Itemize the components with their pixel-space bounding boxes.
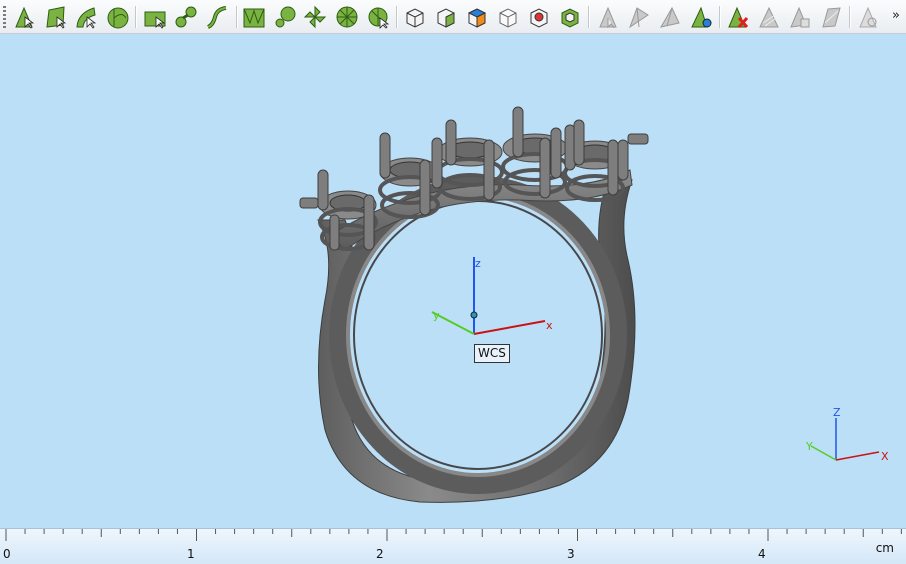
sweep-curve-icon[interactable] — [205, 5, 229, 29]
delete-icon[interactable] — [726, 5, 750, 29]
point-select-icon[interactable] — [12, 5, 36, 29]
wcs-x-label: x — [546, 319, 553, 332]
3d-viewport[interactable]: z x y WCS Z X Y — [0, 34, 906, 528]
toolbar: » — [0, 0, 906, 34]
face-select-icon[interactable] — [44, 5, 68, 29]
mini-y-label: Y — [806, 440, 813, 453]
wcs-z-label: z — [475, 257, 481, 270]
copy-disabled-icon[interactable] — [788, 5, 812, 29]
solid-highlight-icon[interactable] — [465, 5, 489, 29]
toolbar-grip[interactable] — [3, 6, 6, 28]
wcs-axes — [431, 257, 546, 335]
wcs-y-label: y — [433, 309, 440, 322]
edge-select-icon[interactable] — [74, 5, 98, 29]
solid-box-icon[interactable] — [403, 5, 427, 29]
ruler-label-1: 1 — [187, 547, 195, 561]
solid-add-icon[interactable] — [434, 5, 458, 29]
solid-outline-icon[interactable] — [496, 5, 520, 29]
ruler: 0 1 2 3 4 cm — [0, 528, 906, 564]
pattern-icon[interactable] — [303, 5, 327, 29]
solid-section-icon[interactable] — [527, 5, 551, 29]
extend-icon[interactable] — [689, 5, 713, 29]
shade-disabled-icon[interactable] — [757, 5, 781, 29]
blend-surface-icon[interactable] — [174, 5, 198, 29]
solid-shell-icon[interactable] — [558, 5, 582, 29]
ruler-label-3: 3 — [567, 547, 575, 561]
view-orientation-axes — [810, 418, 880, 461]
plane-surface-icon[interactable] — [143, 5, 167, 29]
ruler-ticks — [5, 529, 902, 541]
model-canvas — [299, 106, 880, 503]
mini-z-label: Z — [833, 406, 841, 419]
arrow-disabled-icon[interactable] — [596, 5, 620, 29]
network-surface-icon[interactable] — [366, 5, 390, 29]
trim-disabled-icon[interactable] — [658, 5, 682, 29]
wcs-label: WCS — [474, 344, 510, 363]
curve-select-icon[interactable] — [106, 5, 130, 29]
loft-surface-icon[interactable] — [273, 5, 297, 29]
toolbar-overflow-button[interactable]: » — [892, 8, 900, 23]
ruler-label-0: 0 — [3, 547, 11, 561]
mini-x-label: X — [881, 450, 889, 463]
split-disabled-icon[interactable] — [627, 5, 651, 29]
ruler-label-4: 4 — [758, 547, 766, 561]
mesh-surface-icon[interactable] — [242, 5, 266, 29]
revolve-icon[interactable] — [335, 5, 359, 29]
plane-disabled-icon[interactable] — [819, 5, 843, 29]
view-disabled-icon[interactable] — [856, 5, 880, 29]
ruler-label-2: 2 — [376, 547, 384, 561]
ruler-unit: cm — [875, 541, 894, 555]
